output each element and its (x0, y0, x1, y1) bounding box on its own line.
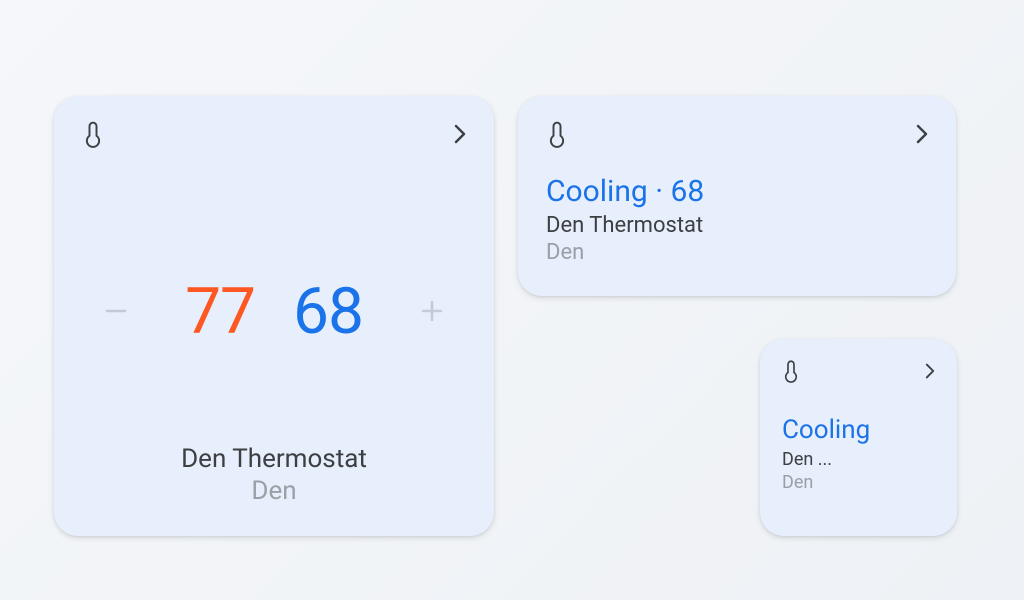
thermometer-icon (546, 120, 568, 148)
cool-setpoint: 68 (293, 274, 363, 349)
thermostat-card-small[interactable]: Cooling Den ... Den (760, 339, 957, 536)
temperature-setpoints: 77 68 (185, 274, 363, 349)
status-mode: Cooling (782, 415, 935, 445)
chevron-right-icon[interactable] (454, 124, 466, 144)
chevron-right-icon[interactable] (916, 124, 928, 144)
status-temp: 68 (670, 174, 704, 209)
thermometer-icon (82, 120, 104, 148)
chevron-right-icon[interactable] (925, 363, 935, 379)
card-body: Cooling · 68 Den Thermostat Den (546, 174, 928, 265)
status-separator: · (648, 174, 671, 209)
card-footer: Den Thermostat Den (82, 444, 466, 512)
device-name: Den ... (782, 449, 935, 470)
status-mode: Cooling (546, 174, 648, 209)
temperature-controls: 77 68 (82, 178, 466, 444)
device-name: Den Thermostat (82, 444, 466, 474)
thermostat-card-medium[interactable]: Cooling · 68 Den Thermostat Den (518, 96, 956, 296)
card-body: Cooling Den ... Den (782, 415, 935, 493)
increase-temp-button[interactable] (410, 289, 454, 333)
status-line: Cooling · 68 (546, 174, 928, 209)
card-header (546, 120, 928, 148)
room-name: Den (546, 240, 928, 265)
card-header (82, 120, 466, 148)
room-name: Den (82, 476, 466, 506)
room-name: Den (782, 472, 935, 493)
device-name: Den Thermostat (546, 213, 928, 238)
thermometer-icon (782, 359, 800, 383)
heat-setpoint: 77 (185, 274, 255, 349)
decrease-temp-button[interactable] (94, 289, 138, 333)
thermostat-card-large[interactable]: 77 68 Den Thermostat Den (54, 96, 494, 536)
card-header (782, 359, 935, 383)
